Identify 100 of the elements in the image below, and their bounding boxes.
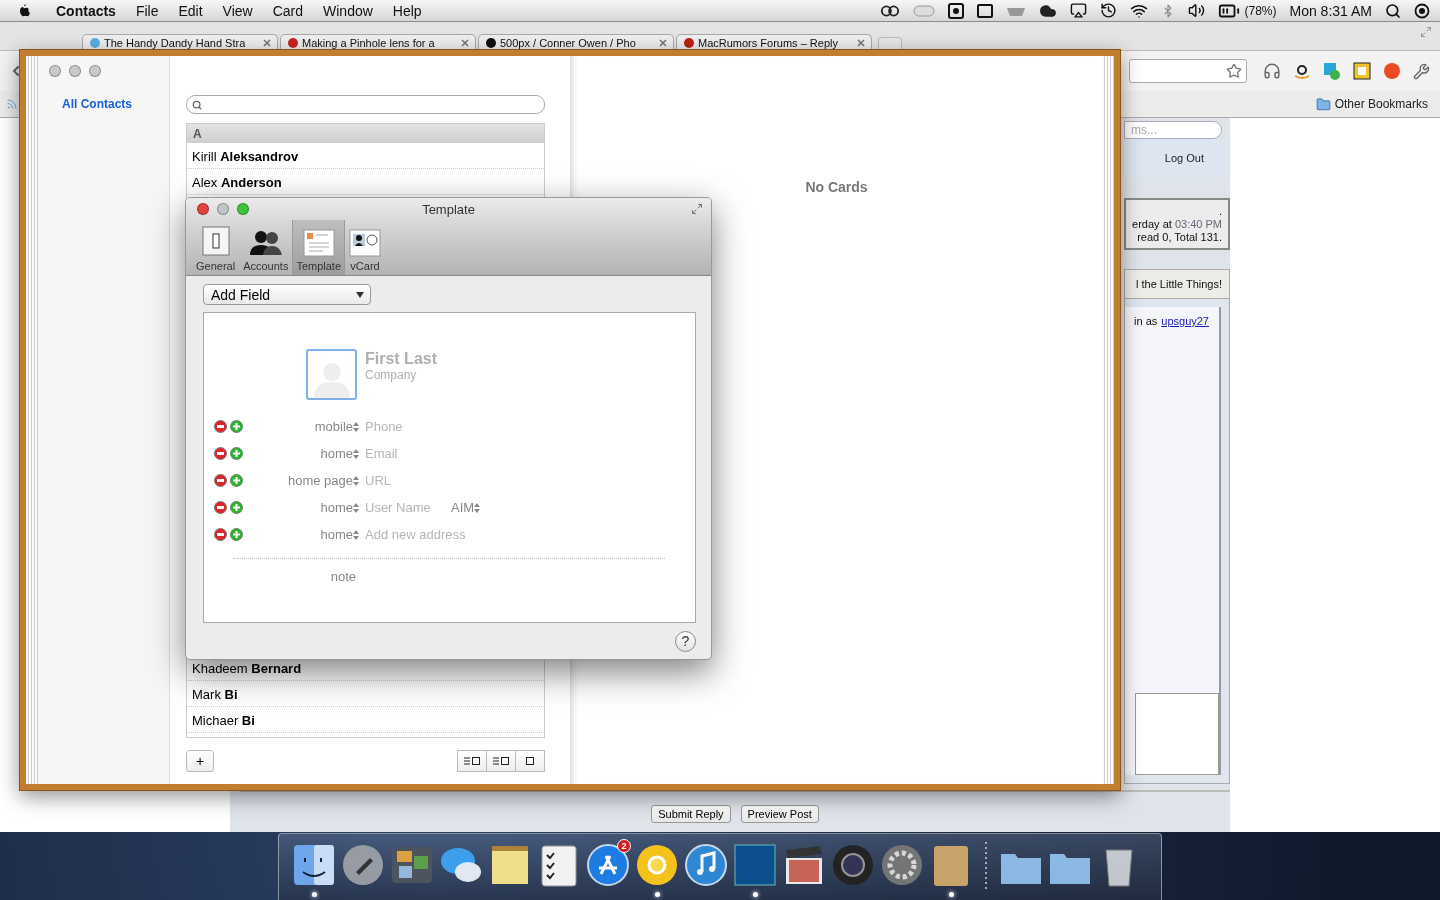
headphones-icon[interactable] [1263, 62, 1281, 80]
toolbar-tab[interactable]: Accounts [239, 220, 293, 275]
menu-item[interactable]: Card [262, 2, 314, 19]
message-textarea[interactable] [1135, 693, 1219, 775]
view-mode-button[interactable] [515, 750, 545, 772]
window-control[interactable] [217, 203, 229, 215]
add-field-dropdown[interactable]: Add Field [203, 284, 371, 305]
toolbar-tab[interactable]: Template [292, 220, 346, 275]
notification-badge: 2 [617, 839, 631, 853]
last-visit-text: erday at 03:40 PM [1132, 217, 1222, 231]
form-button[interactable]: Preview Post [740, 805, 819, 823]
toolbar-tab[interactable]: vCard [345, 220, 386, 275]
airplay-icon[interactable] [1070, 2, 1088, 19]
field-input[interactable]: Add new address [365, 527, 493, 542]
empty-message: No Cards [805, 179, 868, 197]
add-field-button[interactable] [230, 501, 243, 514]
fullscreen-icon[interactable] [691, 203, 703, 215]
minus-icon [217, 452, 224, 455]
form-button[interactable]: Submit Reply [651, 805, 731, 823]
window-control[interactable] [69, 65, 81, 77]
remove-field-button[interactable] [214, 474, 227, 487]
dock-app-button[interactable] [634, 842, 680, 898]
gear-icon [879, 842, 925, 888]
contact-row[interactable]: Alex Anderson [187, 169, 544, 195]
menu-item[interactable]: Window [313, 2, 383, 19]
field-label[interactable]: home [320, 527, 353, 542]
window-control[interactable] [89, 65, 101, 77]
smile-arrow-icon [1293, 62, 1311, 80]
download-badge-icon [1323, 62, 1341, 80]
name-field[interactable]: First Last [365, 350, 455, 368]
star-icon[interactable] [1226, 63, 1242, 79]
search-icon[interactable] [1385, 2, 1401, 19]
forum-title: l the Little Things! [1136, 278, 1222, 290]
window-control[interactable] [197, 203, 209, 215]
target-icon [1414, 2, 1430, 19]
field-label[interactable]: mobile [314, 419, 353, 434]
company-field[interactable]: Company [365, 368, 435, 382]
folder-icon [1315, 96, 1331, 112]
remove-field-button[interactable] [214, 420, 227, 433]
pill-icon [913, 4, 936, 17]
browser-tab[interactable]: 500px / Conner Owen / Pho [478, 34, 674, 50]
field-input[interactable]: Email [365, 446, 413, 461]
menu-item[interactable]: View [212, 2, 263, 19]
menu-item[interactable]: Edit [168, 2, 213, 19]
contact-row[interactable]: Michaer Bi [187, 707, 544, 733]
menu-item[interactable]: Help [382, 2, 432, 19]
stepper-icon [353, 421, 359, 432]
field-label[interactable]: home [320, 500, 353, 515]
stepper-icon [474, 502, 481, 513]
bookmark-folder[interactable]: Other Bookmarks [1315, 96, 1428, 112]
favicon-icon [287, 36, 299, 49]
browser-tab[interactable]: The Handy Dandy Hand Stra [82, 34, 278, 50]
contact-row[interactable]: Kirill Aleksandrov [187, 143, 544, 169]
contact-row[interactable]: Mark Bi [187, 681, 544, 707]
field-label[interactable]: home [320, 446, 353, 461]
field-input[interactable]: URL [365, 473, 397, 488]
app-menu[interactable]: Contacts [46, 2, 126, 19]
logout-link[interactable]: Log Out [1164, 152, 1204, 164]
stepper-icon [353, 502, 359, 513]
add-field-button[interactable] [230, 447, 243, 460]
window-control[interactable] [49, 65, 61, 77]
field-input[interactable]: User Name [365, 500, 445, 515]
menu-clock[interactable]: Mon 8:31 AM [1289, 2, 1372, 19]
field-label[interactable]: home page [287, 473, 353, 488]
face-icon [291, 842, 337, 888]
sidebar-item[interactable]: All Contacts [46, 97, 169, 111]
dock-app-button[interactable] [291, 842, 337, 898]
battery-percent: (78%) [1244, 3, 1277, 18]
add-button[interactable]: + [186, 750, 214, 772]
wrench-icon[interactable] [1413, 62, 1430, 80]
search-field[interactable]: ms... [1124, 121, 1222, 139]
remove-field-button[interactable] [214, 447, 227, 460]
login-status: in as [1134, 315, 1158, 327]
add-field-button[interactable] [230, 420, 243, 433]
search-field[interactable] [186, 95, 545, 114]
card-template-icon [302, 229, 335, 257]
card-view-icon [525, 756, 535, 766]
field-input[interactable]: Phone [365, 419, 413, 434]
time-machine-icon[interactable] [1100, 2, 1118, 19]
add-field-button[interactable] [230, 474, 243, 487]
extension-icon [1383, 62, 1401, 80]
remove-field-button[interactable] [214, 501, 227, 514]
search-icon [192, 99, 202, 110]
service-label[interactable]: AIM [451, 500, 475, 515]
dock-app-button[interactable]: 2 [585, 842, 631, 898]
menu-item[interactable]: File [125, 2, 169, 19]
remove-field-button[interactable] [214, 528, 227, 541]
view-mode-button[interactable] [486, 750, 516, 772]
browser-tab[interactable]: Making a Pinhole lens for a [280, 34, 476, 50]
add-field-button[interactable] [230, 528, 243, 541]
username-link[interactable]: upsguy27 [1161, 315, 1209, 327]
volume-icon[interactable] [1188, 2, 1206, 19]
toolbar-tab[interactable]: General [192, 220, 240, 275]
help-button[interactable]: ? [675, 630, 696, 652]
window-control[interactable] [237, 203, 249, 215]
address-field[interactable] [1129, 59, 1247, 83]
display-icon [977, 2, 994, 19]
plus-icon [233, 450, 240, 457]
browser-tab[interactable]: MacRumors Forums – Reply [676, 34, 872, 50]
view-mode-button[interactable] [457, 750, 487, 772]
